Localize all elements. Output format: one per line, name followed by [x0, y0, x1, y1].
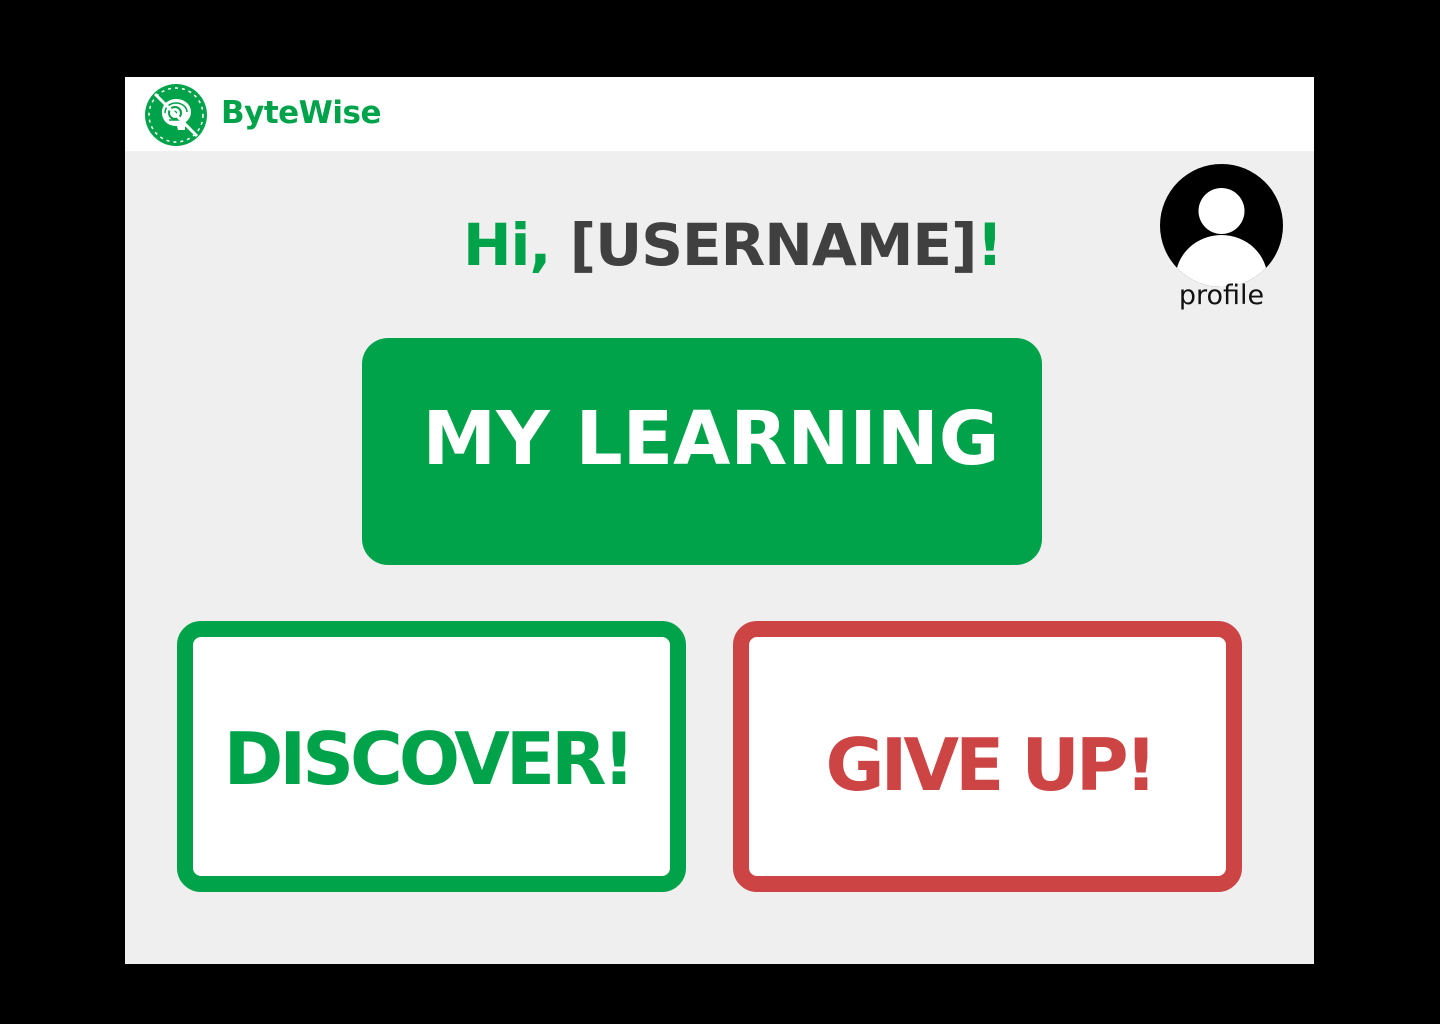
brand-name: ByteWise [221, 95, 381, 131]
give-up-button[interactable]: GIVE UP! [733, 621, 1242, 892]
give-up-label: GIVE UP! [825, 723, 1158, 807]
greeting-prefix: Hi, [462, 211, 570, 279]
discover-label: DISCOVER! [223, 717, 636, 801]
my-learning-label: MY LEARNING [422, 396, 1000, 482]
profile-label[interactable]: profile [1140, 280, 1303, 311]
brain-logo-icon[interactable] [145, 84, 207, 146]
discover-button[interactable]: DISCOVER! [177, 621, 686, 892]
greeting-heading: Hi, [USERNAME]! [125, 211, 1314, 279]
app-window: ByteWise Hi, [USERNAME]! profile MY LEAR… [125, 77, 1314, 964]
my-learning-button[interactable]: MY LEARNING [362, 338, 1042, 565]
profile-button[interactable]: profile [1160, 164, 1283, 314]
greeting-suffix: ! [976, 211, 1003, 279]
top-bar: ByteWise [125, 77, 1314, 151]
user-avatar-icon[interactable] [1160, 164, 1283, 287]
greeting-username: [USERNAME] [569, 211, 978, 279]
